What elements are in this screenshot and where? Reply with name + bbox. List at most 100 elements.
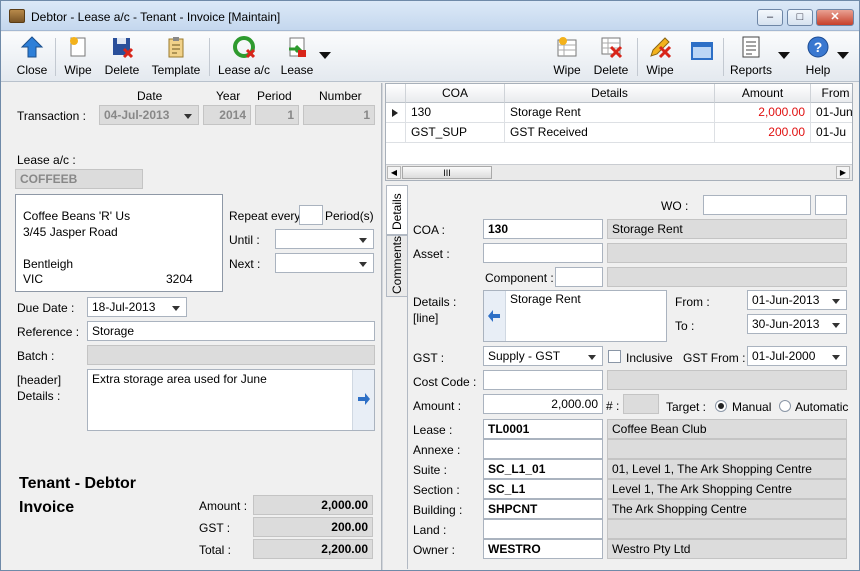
grid-header-details[interactable]: Details bbox=[505, 84, 715, 103]
help-button[interactable]: ? Help bbox=[803, 35, 833, 79]
minimize-button[interactable]: – bbox=[757, 9, 783, 26]
due-date-label: Due Date : bbox=[17, 301, 75, 315]
coa-field[interactable]: 130 bbox=[483, 219, 603, 239]
reports-dropdown-icon[interactable] bbox=[778, 52, 790, 59]
building-field[interactable]: SHPCNT bbox=[483, 499, 603, 519]
title-bar: Debtor - Lease a/c - Tenant - Invoice [M… bbox=[1, 1, 859, 31]
table-row-details[interactable]: Storage Rent bbox=[505, 103, 715, 123]
table-row-coa[interactable]: GST_SUP bbox=[406, 123, 505, 143]
delete-button[interactable]: Delete bbox=[103, 35, 141, 79]
wo-extra-field[interactable] bbox=[815, 195, 847, 215]
inclusive-label: Inclusive bbox=[626, 351, 673, 365]
line-wipe-button[interactable]: Wipe bbox=[549, 35, 585, 79]
line-details-field[interactable]: Storage Rent bbox=[483, 290, 667, 342]
lease-button[interactable]: Lease bbox=[279, 35, 315, 79]
total-amount-label: Amount : bbox=[199, 499, 248, 513]
table-row-from[interactable]: 01-Jun- bbox=[811, 103, 852, 123]
period-header: Period bbox=[257, 89, 292, 103]
clipboard-icon bbox=[164, 35, 188, 59]
period-field: 1 bbox=[255, 105, 299, 125]
batch-label: Batch : bbox=[17, 349, 55, 363]
due-date-field[interactable]: 18-Jul-2013 bbox=[87, 297, 187, 317]
lease-field[interactable]: TL0001 bbox=[483, 419, 603, 439]
asset-field[interactable] bbox=[483, 243, 603, 263]
section-label: Section : bbox=[413, 483, 460, 497]
toolbar: Close Wipe Delete Template Lease a/c Lea… bbox=[1, 32, 859, 82]
gst-select[interactable]: Supply - GST bbox=[483, 346, 603, 366]
table-row-coa[interactable]: 130 bbox=[406, 103, 505, 123]
manual-radio[interactable] bbox=[715, 400, 727, 412]
table-row-from[interactable]: 01-Ju bbox=[811, 123, 852, 143]
window-icon bbox=[690, 41, 714, 65]
lease-dropdown-icon[interactable] bbox=[319, 52, 331, 59]
lease-ac-field[interactable]: COFFEEB bbox=[15, 169, 143, 189]
header-details-text: Extra storage area used for June bbox=[92, 372, 267, 386]
until-field[interactable] bbox=[275, 229, 374, 249]
gst-from-field[interactable]: 01-Jul-2000 bbox=[747, 346, 847, 366]
lease-ac-button[interactable]: Lease a/c bbox=[217, 35, 271, 79]
address-box: Coffee Beans 'R' Us 3/45 Jasper Road Ben… bbox=[15, 194, 223, 292]
manual-label: Manual bbox=[732, 400, 772, 414]
table-row-amount[interactable]: 2,000.00 bbox=[715, 103, 811, 123]
scroll-left-icon[interactable]: ◀ bbox=[387, 166, 401, 179]
scroll-right-icon[interactable]: ▶ bbox=[836, 166, 850, 179]
reference-field[interactable]: Storage bbox=[87, 321, 375, 341]
template-button[interactable]: Template bbox=[149, 35, 203, 79]
transaction-label: Transaction : bbox=[17, 109, 86, 123]
amount-field[interactable]: 2,000.00 bbox=[483, 394, 603, 414]
reports-button[interactable]: Reports bbox=[727, 35, 775, 79]
help-label: Help bbox=[805, 63, 831, 77]
target-label: Target : bbox=[666, 400, 707, 414]
automatic-radio[interactable] bbox=[779, 400, 791, 412]
wipe2-button[interactable]: Wipe bbox=[643, 35, 677, 79]
to-date-field[interactable]: 30-Jun-2013 bbox=[747, 314, 847, 334]
from-date-field[interactable]: 01-Jun-2013 bbox=[747, 290, 847, 310]
window-title: Debtor - Lease a/c - Tenant - Invoice [M… bbox=[31, 10, 281, 24]
left-arrow-icon[interactable] bbox=[487, 309, 501, 323]
inclusive-checkbox[interactable] bbox=[608, 350, 621, 363]
grid-header-amount[interactable]: Amount bbox=[715, 84, 811, 103]
next-field[interactable] bbox=[275, 253, 374, 273]
panel-splitter[interactable] bbox=[381, 83, 383, 570]
total-amount-field: 2,000.00 bbox=[253, 495, 373, 515]
tab-comments[interactable]: Comments bbox=[386, 235, 408, 297]
until-label: Until : bbox=[229, 233, 260, 247]
wo-field[interactable] bbox=[703, 195, 811, 215]
details-label: Details : bbox=[413, 295, 457, 309]
header-details-field[interactable]: Extra storage area used for June bbox=[87, 369, 375, 431]
cost-code-field[interactable] bbox=[483, 370, 603, 390]
scroll-thumb[interactable]: III bbox=[402, 166, 492, 179]
tab-details[interactable]: Details bbox=[386, 185, 408, 235]
lease-ac-label: Lease a/c bbox=[217, 63, 271, 77]
pencil-check-icon bbox=[648, 35, 672, 59]
repeat-field[interactable] bbox=[299, 205, 323, 225]
annexe-field[interactable] bbox=[483, 439, 603, 459]
land-field[interactable] bbox=[483, 519, 603, 539]
table-row-amount[interactable]: 200.00 bbox=[715, 123, 811, 143]
owner-field[interactable]: WESTRO bbox=[483, 539, 603, 559]
transaction-date-field[interactable]: 04-Jul-2013 bbox=[99, 105, 199, 125]
grid-header-coa[interactable]: COA bbox=[406, 84, 505, 103]
wipe-button[interactable]: Wipe bbox=[61, 35, 95, 79]
window-toggle-button[interactable] bbox=[687, 35, 717, 79]
hash-field bbox=[623, 394, 659, 414]
next-label: Next : bbox=[229, 257, 261, 271]
grid-hscrollbar[interactable]: ◀ III ▶ bbox=[386, 164, 852, 180]
template-label: Template bbox=[151, 63, 201, 77]
close-button[interactable]: Close bbox=[15, 35, 49, 79]
component-desc bbox=[607, 267, 847, 287]
to-label: To : bbox=[675, 319, 695, 333]
table-row-details[interactable]: GST Received bbox=[505, 123, 715, 143]
suite-field[interactable]: SC_L1_01 bbox=[483, 459, 603, 479]
close-window-button[interactable]: ✕ bbox=[816, 9, 854, 26]
grid-header-from[interactable]: From bbox=[811, 84, 852, 103]
number-header: Number bbox=[319, 89, 362, 103]
grid-new-icon bbox=[555, 35, 579, 59]
address-line2: 3/45 Jasper Road bbox=[23, 225, 118, 239]
maximize-button[interactable]: □ bbox=[787, 9, 813, 26]
help-dropdown-icon[interactable] bbox=[837, 52, 849, 59]
right-arrow-icon[interactable] bbox=[357, 392, 371, 406]
section-field[interactable]: SC_L1 bbox=[483, 479, 603, 499]
line-delete-button[interactable]: Delete bbox=[591, 35, 631, 79]
component-field[interactable] bbox=[555, 267, 603, 287]
